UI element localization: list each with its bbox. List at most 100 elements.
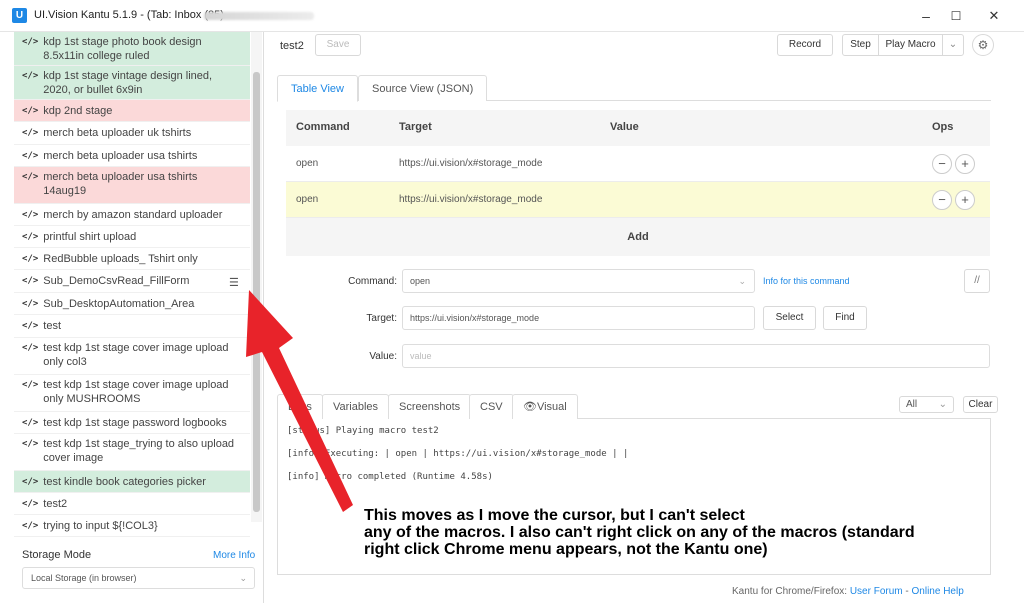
add-command-button[interactable]: Add bbox=[286, 218, 990, 256]
tab-logs[interactable]: Logs bbox=[277, 394, 323, 419]
value-input[interactable]: value bbox=[402, 344, 990, 368]
chevron-down-icon: ⌄ bbox=[938, 399, 947, 410]
step-button[interactable]: Step bbox=[842, 34, 879, 56]
code-icon: </> bbox=[22, 499, 39, 509]
remove-row-button[interactable]: − bbox=[932, 190, 952, 210]
add-row-button[interactable]: + bbox=[955, 154, 975, 174]
code-icon: </> bbox=[22, 151, 39, 161]
macro-list-item[interactable]: </> merch beta uploader usa tshirts 14aug… bbox=[14, 167, 250, 204]
macro-list-item[interactable]: </> kdp 1st stage photo book design 8.5x1… bbox=[14, 32, 250, 66]
macro-list-item[interactable]: </> RedBubble uploads_ Tshirt only bbox=[14, 248, 250, 270]
window-title: UI.Vision Kantu 5.1.9 - (Tab: Inbox (85)… bbox=[34, 9, 231, 21]
storage-mode-value: Local Storage (in browser) bbox=[31, 573, 137, 583]
remove-row-button[interactable]: − bbox=[932, 154, 952, 174]
log-line: [info] Macro completed (Runtime 4.58s) bbox=[287, 472, 493, 482]
table-header: Command Target Value Ops bbox=[286, 110, 990, 146]
macro-name-label: test2 bbox=[43, 498, 68, 510]
macro-list-item[interactable]: </> merch beta uploader usa tshirts bbox=[14, 145, 250, 167]
user-forum-link[interactable]: User Forum bbox=[850, 586, 903, 597]
macro-name-label: merch beta uploader usa tshirts 14aug19 bbox=[43, 171, 198, 197]
play-dropdown-button[interactable]: ⌄ bbox=[942, 34, 964, 56]
macro-list-item[interactable]: </> merch by amazon standard uploader bbox=[14, 204, 250, 226]
macro-name-label: Sub_DesktopAutomation_Area bbox=[43, 298, 195, 310]
code-icon: </> bbox=[22, 210, 39, 220]
code-icon: </> bbox=[22, 439, 39, 449]
macro-list-item[interactable]: </> test kdp 1st stage password logbooks bbox=[14, 412, 250, 434]
target-label: Target: bbox=[366, 313, 397, 324]
tab-screenshots[interactable]: Screenshots bbox=[388, 394, 472, 419]
macro-name-label: test kdp 1st stage cover image upload on… bbox=[43, 342, 229, 368]
info-for-command-link[interactable]: Info for this command bbox=[763, 276, 850, 286]
header-ops: Ops bbox=[932, 121, 954, 133]
header-command: Command bbox=[296, 121, 350, 133]
header-target: Target bbox=[399, 121, 432, 133]
target-input[interactable]: https://ui.vision/x#storage_mode bbox=[402, 306, 755, 330]
tab-source-view[interactable]: Source View (JSON) bbox=[358, 75, 488, 101]
app-logo-icon: U bbox=[12, 8, 27, 23]
settings-gear-icon[interactable]: ⚙ bbox=[972, 34, 994, 56]
log-filter-select[interactable]: All ⌄ bbox=[899, 396, 954, 413]
row-target: https://ui.vision/x#storage_mode bbox=[399, 194, 543, 205]
macro-name-label: kdp 2nd stage bbox=[43, 105, 113, 117]
tab-variables[interactable]: Variables bbox=[322, 394, 390, 419]
macro-list-item[interactable]: </> Sub_DemoCsvRead_FillForm bbox=[14, 270, 250, 293]
annotation-text: This moves as I move the cursor, but I c… bbox=[364, 507, 984, 558]
macro-name-label: merch beta uploader uk tshirts bbox=[43, 127, 192, 139]
code-icon: </> bbox=[22, 343, 39, 353]
code-icon: </> bbox=[22, 232, 39, 242]
scrollbar-thumb[interactable] bbox=[253, 72, 260, 512]
more-info-link[interactable]: More Info bbox=[213, 550, 255, 561]
find-button[interactable]: Find bbox=[823, 306, 867, 330]
macro-list-item[interactable]: </> test2 bbox=[14, 493, 250, 515]
code-icon: </> bbox=[22, 172, 39, 182]
list-menu-icon[interactable]: ☰ bbox=[229, 276, 239, 289]
macro-sidebar: </> kdp 1st stage photo book design 8.5x1… bbox=[0, 32, 264, 603]
save-button[interactable]: Save bbox=[315, 34, 361, 56]
macro-list-item[interactable]: </> test bbox=[14, 315, 250, 338]
macro-list-item[interactable]: </> test kdp 1st stage cover image upload… bbox=[14, 338, 250, 375]
footer: Kantu for Chrome/Firefox: User Forum - O… bbox=[732, 586, 964, 597]
row-command: open bbox=[296, 194, 319, 205]
table-row[interactable]: open https://ui.vision/x#storage_mode − … bbox=[286, 182, 990, 218]
chevron-down-icon: ⌄ bbox=[239, 573, 247, 583]
macro-list-item[interactable]: </> printful shirt upload bbox=[14, 226, 250, 248]
macro-list-item[interactable]: </> test kdp 1st stage cover image upload… bbox=[14, 375, 250, 412]
close-button[interactable]: ✕ bbox=[980, 6, 1008, 26]
code-icon: </> bbox=[22, 299, 39, 309]
command-table: Command Target Value Ops open https://ui… bbox=[286, 110, 990, 256]
row-target: https://ui.vision/x#storage_mode bbox=[399, 158, 543, 169]
log-line: [info] Executing: | open | https://ui.vi… bbox=[287, 449, 629, 459]
online-help-link[interactable]: Online Help bbox=[912, 586, 964, 597]
annotation-line-1: This moves as I move the cursor, but I c… bbox=[364, 507, 745, 524]
macro-list-item[interactable]: </> trying to input ${!COL3} bbox=[14, 515, 250, 537]
annotation-line-2: any of the macros. I also can't right cl… bbox=[364, 524, 915, 541]
select-button[interactable]: Select bbox=[763, 306, 816, 330]
macro-list-item[interactable]: </> test kdp 1st stage_trying to also upl… bbox=[14, 434, 250, 471]
log-tabs: Logs Variables Screenshots CSV 👁Visual bbox=[277, 394, 991, 419]
tab-visual[interactable]: 👁Visual bbox=[512, 394, 578, 419]
record-button[interactable]: Record bbox=[777, 34, 833, 56]
table-row[interactable]: open https://ui.vision/x#storage_mode − … bbox=[286, 146, 990, 182]
macro-list-item[interactable]: </> merch beta uploader uk tshirts bbox=[14, 122, 250, 145]
macro-list-item[interactable]: </> Sub_DesktopAutomation_Area bbox=[14, 293, 250, 315]
editor-tabs: Table View Source View (JSON) bbox=[277, 75, 991, 102]
minimize-button[interactable]: – bbox=[912, 6, 940, 26]
storage-mode-select[interactable]: Local Storage (in browser) ⌄ bbox=[22, 567, 255, 589]
add-row-button[interactable]: + bbox=[955, 190, 975, 210]
macro-list-item[interactable]: </> kdp 1st stage vintage design lined, 2… bbox=[14, 66, 250, 100]
code-icon: </> bbox=[22, 128, 39, 138]
footer-separator: - bbox=[902, 586, 912, 597]
macro-name-label: Sub_DemoCsvRead_FillForm bbox=[43, 275, 190, 287]
code-icon: </> bbox=[22, 71, 39, 81]
log-line: [status] Playing macro test2 bbox=[287, 426, 439, 436]
macro-list-item[interactable]: </> kdp 2nd stage bbox=[14, 100, 250, 122]
macro-list-item[interactable]: </> test kindle book categories picker bbox=[14, 471, 250, 493]
command-input[interactable]: open ⌄ bbox=[402, 269, 755, 293]
title-bar: U UI.Vision Kantu 5.1.9 - (Tab: Inbox (8… bbox=[0, 0, 1024, 32]
tab-table-view[interactable]: Table View bbox=[277, 75, 358, 102]
maximize-button[interactable]: ☐ bbox=[942, 6, 970, 26]
tab-csv[interactable]: CSV bbox=[469, 394, 514, 419]
clear-logs-button[interactable]: Clear bbox=[963, 396, 998, 413]
comment-toggle-button[interactable]: // bbox=[964, 269, 990, 293]
play-macro-button[interactable]: Play Macro bbox=[878, 34, 943, 56]
